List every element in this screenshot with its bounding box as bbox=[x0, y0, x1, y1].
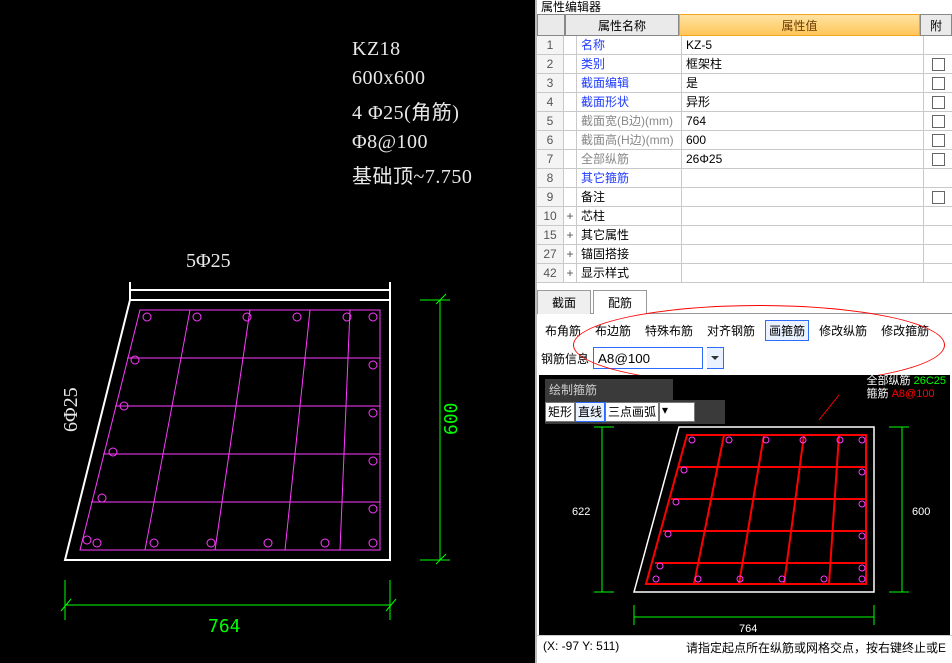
foundation-elev: 基础顶~7.750 bbox=[352, 160, 472, 189]
svg-text:764: 764 bbox=[739, 623, 757, 635]
cad-viewport[interactable]: KZ18 600x600 4 Φ25(角筋) Φ8@100 基础顶~7.750 … bbox=[0, 0, 535, 663]
top-edge-bars: 5Φ25 bbox=[186, 250, 231, 273]
prop-group-row: 10+芯柱 bbox=[537, 207, 952, 226]
rebar-info-dropdown[interactable] bbox=[707, 347, 724, 369]
section-tabs: 截面 配筋 bbox=[537, 289, 952, 314]
checkbox[interactable] bbox=[932, 153, 945, 166]
stirrup-mini-editor[interactable]: 绘制箍筋 矩形 直线 三点画弧 ▾ 全部纵筋 26C25 箍筋 A8@100 bbox=[539, 375, 950, 635]
svg-text:600: 600 bbox=[912, 506, 930, 518]
svg-text:622: 622 bbox=[572, 506, 590, 518]
col-extra: 附 bbox=[920, 14, 952, 36]
action-edit-longbar[interactable]: 修改纵筋 bbox=[815, 320, 871, 341]
property-grid[interactable]: 1名称KZ-5 2类别框架柱 3截面编辑是 4截面形状异形 5截面宽(B边)(m… bbox=[537, 36, 952, 283]
rebar-actions: 布角筋 布边筋 特殊布筋 对齐钢筋 画箍筋 修改纵筋 修改箍筋 bbox=[537, 314, 952, 345]
prop-row: 9备注 bbox=[537, 188, 952, 207]
prop-row: 2类别框架柱 bbox=[537, 55, 952, 74]
rebar-info-label: 钢筋信息 bbox=[541, 350, 589, 367]
action-edit-stirrup[interactable]: 修改箍筋 bbox=[877, 320, 933, 341]
prop-row: 8其它箍筋 bbox=[537, 169, 952, 188]
action-corner-bar[interactable]: 布角筋 bbox=[541, 320, 585, 341]
action-edge-bar[interactable]: 布边筋 bbox=[591, 320, 635, 341]
col-value: 属性值 bbox=[679, 14, 920, 36]
checkbox[interactable] bbox=[932, 58, 945, 71]
expand-icon[interactable]: + bbox=[564, 207, 577, 225]
prop-group-row: 15+其它属性 bbox=[537, 226, 952, 245]
action-special-bar[interactable]: 特殊布筋 bbox=[641, 320, 697, 341]
prop-group-row: 27+锚固搭接 bbox=[537, 245, 952, 264]
prop-row: 7全部纵筋26Φ25 bbox=[537, 150, 952, 169]
rebar-info-input[interactable] bbox=[593, 347, 703, 369]
checkbox[interactable] bbox=[932, 77, 945, 90]
column-annotation-block: KZ18 600x600 4 Φ25(角筋) Φ8@100 基础顶~7.750 bbox=[352, 38, 472, 195]
property-grid-header: 属性名称 属性值 附 bbox=[537, 14, 952, 36]
action-align-bar[interactable]: 对齐钢筋 bbox=[703, 320, 759, 341]
checkbox[interactable] bbox=[932, 134, 945, 147]
checkbox[interactable] bbox=[932, 191, 945, 204]
cursor-coord: (X: -97 Y: 511) bbox=[543, 639, 619, 656]
dim-right: 600 bbox=[441, 402, 462, 435]
expand-icon[interactable]: + bbox=[564, 226, 577, 244]
property-editor-title: 属性编辑器 bbox=[537, 0, 952, 14]
status-bar: (X: -97 Y: 511) 请指定起点所在纵筋或网格交点，按右键终止或E bbox=[537, 635, 952, 659]
dim-bottom: 764 bbox=[208, 616, 241, 637]
column-size: 600x600 bbox=[352, 67, 472, 90]
checkbox[interactable] bbox=[932, 115, 945, 128]
tab-rebar[interactable]: 配筋 bbox=[593, 290, 647, 314]
expand-icon[interactable]: + bbox=[564, 264, 577, 282]
prop-group-row: 42+显示样式 bbox=[537, 264, 952, 283]
tab-section[interactable]: 截面 bbox=[537, 290, 591, 314]
prop-row: 4截面形状异形 bbox=[537, 93, 952, 112]
checkbox[interactable] bbox=[932, 96, 945, 109]
prop-row: 1名称KZ-5 bbox=[537, 36, 952, 55]
stirrup-spec: Φ8@100 bbox=[352, 131, 472, 154]
col-name: 属性名称 bbox=[565, 14, 679, 36]
prop-row: 5截面宽(B边)(mm)764 bbox=[537, 112, 952, 131]
expand-icon[interactable]: + bbox=[564, 245, 577, 263]
prop-row: 6截面高(H边)(mm)600 bbox=[537, 131, 952, 150]
column-name: KZ18 bbox=[352, 38, 472, 61]
command-hint: 请指定起点所在纵筋或网格交点，按右键终止或E bbox=[686, 639, 946, 656]
prop-row: 3截面编辑是 bbox=[537, 74, 952, 93]
corner-bars: 4 Φ25(角筋) bbox=[352, 96, 472, 125]
action-draw-stirrup[interactable]: 画箍筋 bbox=[765, 320, 809, 341]
column-section-drawing: 600 764 bbox=[0, 280, 520, 660]
